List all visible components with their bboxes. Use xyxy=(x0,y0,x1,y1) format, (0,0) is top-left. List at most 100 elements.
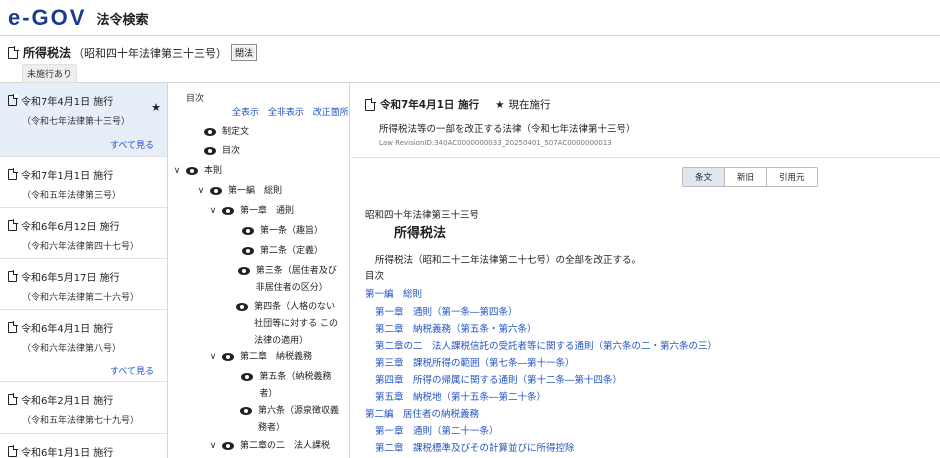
history-item[interactable]: 令和7年1月1日 施行 （令和五年法律第三号） xyxy=(0,157,167,208)
show-all-link[interactable]: 全表示 xyxy=(232,108,259,118)
toc-link[interactable]: 第一章 通則（第一条―第四条） xyxy=(375,304,518,318)
egov-logo[interactable]: e-GOV 法令検索 xyxy=(8,5,148,30)
eye-icon[interactable] xyxy=(242,247,254,255)
eye-icon[interactable] xyxy=(239,407,252,415)
chevron-down-icon[interactable]: ∨ xyxy=(208,349,218,366)
revision-history-panel: 令和7年4月1日 施行 （令和七年法律第十三号） ★ すべて見る 令和7年1月1… xyxy=(0,83,168,458)
law-content: 令和7年4月1日 施行 ★ 現在施行 所得税法等の一部を改正する法律（令和七年法… xyxy=(351,83,940,458)
eye-icon[interactable] xyxy=(204,128,216,136)
history-law: （令和六年法律第二十六号） xyxy=(22,293,140,303)
enactment-statement: 所得税法（昭和二十二年法律第二十七号）の全部を改正する。 xyxy=(375,255,642,266)
toc-item[interactable]: 第五条（納税義務者） xyxy=(228,369,344,403)
logo-text: e-GOV xyxy=(8,5,87,30)
eye-icon[interactable] xyxy=(210,187,222,195)
history-item[interactable]: 令和6年1月1日 施行 xyxy=(0,434,167,458)
eye-icon[interactable] xyxy=(222,207,234,215)
toc-title: 目次 xyxy=(186,94,205,104)
law-number-heading: 昭和四十年法律第三十三号 xyxy=(365,210,480,221)
see-all-link[interactable]: すべて見る xyxy=(110,364,154,377)
eye-icon[interactable] xyxy=(241,373,254,381)
history-item[interactable]: 令和6年2月1日 施行 （令和五年法律第七十九号） xyxy=(0,382,167,434)
history-date: 令和6年5月17日 施行 xyxy=(21,273,120,284)
history-law: （令和六年法律第四十七号） xyxy=(22,242,140,252)
toc-link[interactable]: 第二章 納税義務（第五条・第六条） xyxy=(375,321,537,335)
law-name: 所得税法 xyxy=(23,46,72,60)
hide-all-link[interactable]: 全非表示 xyxy=(268,108,304,118)
toc-link[interactable]: 第四章 所得の帰属に関する通則（第十二条―第十四条） xyxy=(375,372,622,386)
history-item[interactable]: 令和6年5月17日 施行 （令和六年法律第二十六号） xyxy=(0,259,167,310)
revision-date: 令和7年4月1日 施行 xyxy=(380,99,480,111)
see-all-row-1: すべて見る xyxy=(0,137,167,155)
revision-header: 令和7年4月1日 施行 ★ 現在施行 xyxy=(365,97,551,112)
history-date: 令和7年4月1日 施行 xyxy=(21,97,114,108)
eye-icon[interactable] xyxy=(222,353,234,361)
toc-link[interactable]: 第五章 納税地（第十五条―第二十条） xyxy=(375,389,546,403)
toc-item[interactable]: ∨ 本則 xyxy=(172,163,222,180)
toc-link[interactable]: 第一編 総則 xyxy=(365,286,422,300)
history-date: 令和7年1月1日 施行 xyxy=(21,171,114,182)
document-icon xyxy=(8,45,19,59)
eye-icon[interactable] xyxy=(186,167,198,175)
toc-item[interactable]: ∨ 第一章 通則 xyxy=(208,203,294,220)
toc-item[interactable]: 第三条（居住者及び非居住者の区分） xyxy=(228,263,344,297)
see-all-link[interactable]: すべて見る xyxy=(110,138,154,151)
chevron-down-icon[interactable]: ∨ xyxy=(208,438,218,455)
document-icon xyxy=(8,168,18,180)
toc-controls: 全表示 全非表示 改正箇所 xyxy=(232,105,349,118)
toc-item[interactable]: 第一条（趣旨） xyxy=(228,223,344,240)
revision-description: 所得税法等の一部を改正する法律（令和七年法律第十三号） xyxy=(379,124,636,135)
chevron-down-icon[interactable]: ∨ xyxy=(172,163,182,180)
history-law: （令和六年法律第八号） xyxy=(22,344,122,354)
law-name-heading: 所得税法 xyxy=(394,226,447,241)
view-tabs: 条文 新旧 引用元 xyxy=(682,167,818,187)
close-law-button[interactable]: 閉法 xyxy=(231,44,258,61)
toc-item[interactable]: 第二条（定義） xyxy=(228,243,344,260)
toc-item[interactable]: 目次 xyxy=(190,143,240,160)
contents-heading: 目次 xyxy=(365,271,385,282)
chevron-down-icon[interactable]: ∨ xyxy=(196,183,206,200)
law-title: 所得税法 （昭和四十年法律第三十三号） 閉法 xyxy=(8,44,258,61)
toc-link[interactable]: 第二章 課税標準及びその計算並びに所得控除 xyxy=(375,440,575,454)
law-header: 所得税法 （昭和四十年法律第三十三号） 閉法 未施行あり xyxy=(0,36,940,83)
tab-citations[interactable]: 引用元 xyxy=(767,168,817,186)
document-icon xyxy=(8,270,18,282)
toc-item[interactable]: ∨ 第二章 納税義務 xyxy=(208,349,312,366)
toc-item[interactable]: ∨ 第二章の二 法人課税 xyxy=(208,438,348,455)
document-icon xyxy=(8,94,18,106)
eye-icon[interactable] xyxy=(237,267,250,275)
document-icon xyxy=(8,321,18,333)
toc-link[interactable]: 第一章 通則（第二十一条） xyxy=(375,423,499,437)
table-of-contents-panel: 目次 全表示 全非表示 改正箇所 制定文 目次 ∨ 本則 ∨ 第一編 総則 ∨ 第一章… xyxy=(168,83,350,458)
history-law: （令和七年法律第十三号） xyxy=(22,117,131,127)
top-bar: e-GOV 法令検索 xyxy=(0,0,940,36)
toc-link[interactable]: 第三章 課税所得の範囲（第七条―第十一条） xyxy=(375,355,575,369)
current-label: 現在施行 xyxy=(508,99,551,111)
eye-icon[interactable] xyxy=(204,147,216,155)
toc-link[interactable]: 第二編 居住者の納税義務 xyxy=(365,406,479,420)
tab-articles[interactable]: 条文 xyxy=(683,168,726,186)
toc-item[interactable]: 第六条（源泉徴収義務者） xyxy=(228,403,344,437)
history-item[interactable]: 令和6年4月1日 施行 （令和六年法律第八号） すべて見る xyxy=(0,310,167,382)
toc-link[interactable]: 第二章の二 法人課税信託の受託者等に関する通則（第六条の二・第六条の三） xyxy=(375,338,717,352)
eye-icon[interactable] xyxy=(236,303,249,311)
eye-icon[interactable] xyxy=(222,442,234,450)
document-icon xyxy=(365,97,376,111)
amended-parts-link[interactable]: 改正箇所 xyxy=(313,108,349,118)
history-date: 令和6年4月1日 施行 xyxy=(21,324,114,335)
history-item[interactable]: 令和6年6月12日 施行 （令和六年法律第四十七号） xyxy=(0,208,167,259)
history-law: （令和五年法律第三号） xyxy=(22,191,122,201)
history-date: 令和6年1月1日 施行 xyxy=(21,448,114,458)
document-icon xyxy=(8,219,18,231)
chevron-down-icon[interactable]: ∨ xyxy=(208,203,218,220)
toc-item[interactable]: 制定文 xyxy=(190,124,249,141)
eye-icon[interactable] xyxy=(242,227,254,235)
star-icon: ★ xyxy=(495,98,505,111)
document-icon xyxy=(8,445,18,457)
history-date: 令和6年2月1日 施行 xyxy=(21,396,114,407)
tab-comparison[interactable]: 新旧 xyxy=(725,168,768,186)
toc-item[interactable]: ∨ 第一編 総則 xyxy=(196,183,282,200)
law-number: （昭和四十年法律第三十三号） xyxy=(73,46,228,60)
toc-item[interactable]: 第四条（人格のない社団等に対する この法律の適用） xyxy=(228,299,344,350)
revision-id: Law RevisionID:340AC0000000033_20250401_… xyxy=(379,139,612,147)
divider xyxy=(351,157,940,158)
